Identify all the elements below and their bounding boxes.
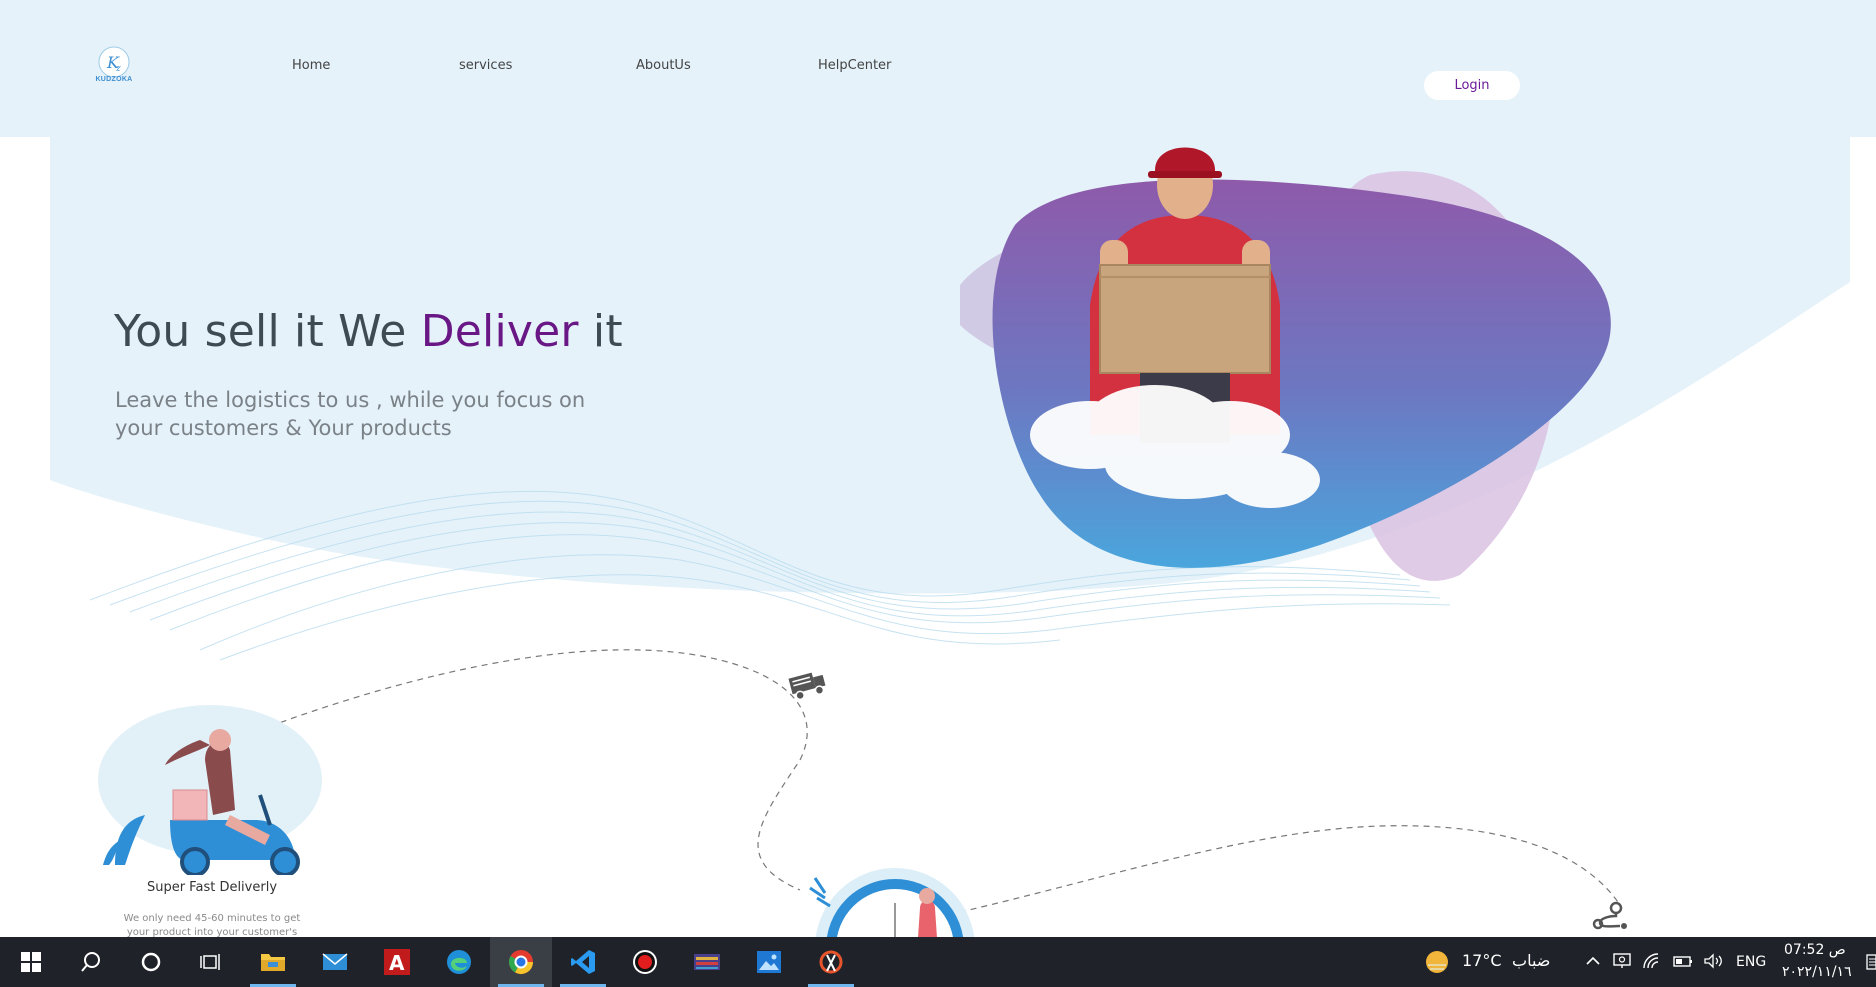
input-language-indicator[interactable]: ENG xyxy=(1736,954,1766,970)
battery-icon[interactable] xyxy=(1672,952,1694,970)
hero-subtitle: Leave the logistics to us , while you fo… xyxy=(115,388,586,440)
task-view-icon xyxy=(200,954,220,970)
volume-icon[interactable] xyxy=(1702,952,1724,970)
acrobat-icon: A xyxy=(384,949,410,975)
main-gradient-blob xyxy=(992,179,1611,568)
taskbar-edge[interactable] xyxy=(428,937,490,987)
hero-title-part2: it xyxy=(578,306,623,357)
cortana-button[interactable] xyxy=(120,937,182,987)
chrome-icon xyxy=(508,950,533,975)
clock-date[interactable]: ٢٠٢٢/١١/١٦ xyxy=(1782,964,1852,980)
feature-card-title: Super Fast Deliverly xyxy=(146,880,278,895)
windows-start-button[interactable] xyxy=(0,937,62,987)
network-monitor-icon[interactable] xyxy=(1612,952,1632,970)
nav-help-center[interactable]: HelpCenter xyxy=(818,58,891,73)
weather-condition[interactable]: ضباب xyxy=(1512,951,1550,970)
terminal-app-icon xyxy=(694,954,720,970)
taskbar-mail[interactable] xyxy=(304,937,366,987)
svg-text:z: z xyxy=(115,64,121,74)
weather-icon[interactable] xyxy=(1424,949,1450,975)
web-page: K z KUDZOKA Home services AboutUs HelpCe… xyxy=(0,0,1876,937)
edge-icon xyxy=(447,950,471,974)
photos-icon xyxy=(757,951,781,973)
windows-logo-icon xyxy=(21,952,41,972)
record-icon xyxy=(633,950,657,974)
nav-about-us[interactable]: AboutUs xyxy=(636,58,691,73)
nav-home[interactable]: Home xyxy=(292,58,330,73)
snipping-tool-icon xyxy=(819,950,843,974)
vscode-icon xyxy=(571,950,595,974)
taskbar-chrome[interactable] xyxy=(490,937,552,987)
login-button[interactable]: Login xyxy=(1424,71,1520,100)
nav-services[interactable]: services xyxy=(459,58,512,73)
chevron-up-icon[interactable] xyxy=(1584,952,1602,970)
cortana-icon xyxy=(141,952,161,972)
clock-time[interactable]: 07:52 ص xyxy=(1784,942,1846,958)
svg-text:A: A xyxy=(389,951,405,975)
wifi-icon[interactable] xyxy=(1642,952,1662,970)
logo-wordmark: KUDZOKA xyxy=(95,76,133,83)
mail-icon xyxy=(322,953,348,970)
taskbar-vscode[interactable] xyxy=(552,937,614,987)
taskbar-file-explorer[interactable] xyxy=(242,937,304,987)
weather-temperature[interactable]: 17°C xyxy=(1462,951,1502,970)
taskbar-terminal-app[interactable] xyxy=(676,937,738,987)
taskbar-acrobat[interactable]: A xyxy=(366,937,428,987)
route-pin-icon xyxy=(1592,901,1627,930)
hero-title: You sell it We Deliver it xyxy=(114,306,623,357)
taskbar-photos[interactable] xyxy=(738,937,800,987)
delivery-truck-icon xyxy=(788,672,826,701)
taskbar-snipping-tool[interactable] xyxy=(800,937,862,987)
hero-title-accent: Deliver xyxy=(420,306,579,357)
taskbar-search-button[interactable] xyxy=(60,937,122,987)
feature-card-text: We only need 45-60 minutes to get your p… xyxy=(123,913,301,937)
delivery-man-illustration xyxy=(960,147,1611,581)
folder-icon xyxy=(261,954,285,971)
hero-title-part1: You sell it We xyxy=(114,306,421,357)
notification-center-icon[interactable] xyxy=(1866,952,1876,972)
search-icon xyxy=(81,952,100,972)
scooter-delivery-illustration xyxy=(98,705,322,875)
task-view-button[interactable] xyxy=(180,937,242,987)
clock-illustration xyxy=(809,868,975,937)
navbar xyxy=(0,0,1876,137)
taskbar-recorder[interactable] xyxy=(614,937,676,987)
